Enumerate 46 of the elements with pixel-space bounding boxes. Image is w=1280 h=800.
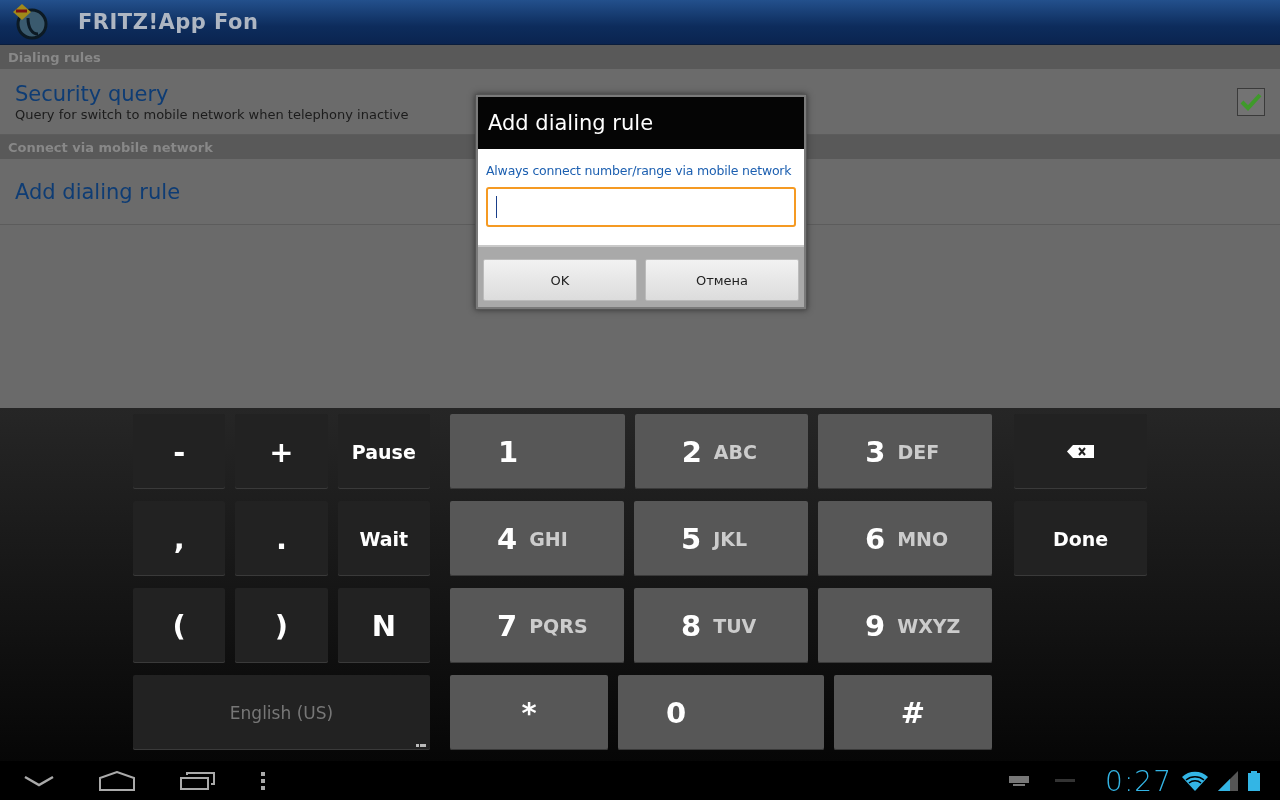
more-dots-icon <box>416 744 426 747</box>
keypad-key[interactable]: + <box>235 414 328 489</box>
text-cursor <box>496 196 497 218</box>
dialog-button[interactable]: OK <box>483 259 637 301</box>
keypad-key[interactable]: 7 PQRS <box>450 588 624 663</box>
keypad-key[interactable]: * <box>450 675 608 750</box>
signal-icon <box>1218 771 1238 791</box>
keypad-key[interactable]: - <box>133 414 226 489</box>
field-label: Always connect number/range via mobile network <box>486 163 793 178</box>
menu-icon[interactable] <box>260 772 266 790</box>
number-input-field[interactable] <box>486 187 796 227</box>
backspace-icon <box>1067 445 1094 458</box>
dialog-title: Add dialing rule <box>478 97 804 149</box>
keypad-key[interactable]: ) <box>235 588 328 663</box>
recent-apps-icon[interactable] <box>180 771 216 791</box>
keypad-key[interactable]: Wait <box>337 501 430 576</box>
wifi-icon <box>1182 771 1208 791</box>
keypad-key[interactable]: 9 WXYZ <box>818 588 992 663</box>
checkbox[interactable] <box>1237 87 1265 116</box>
keypad-key[interactable]: 3 DEF <box>818 414 992 489</box>
dialog-button[interactable]: Отмена <box>645 259 799 301</box>
preference-title: Add dialing rule <box>15 178 182 205</box>
keypad-key[interactable]: Pause <box>337 414 430 489</box>
dash-icon <box>1055 779 1076 783</box>
battery-icon <box>1248 771 1260 791</box>
keypad-key[interactable]: 6 MNO <box>818 501 992 576</box>
keypad-key[interactable]: N <box>337 588 430 663</box>
space-key[interactable]: English (US) <box>133 675 430 750</box>
keypad-key[interactable]: 1 <box>450 414 625 489</box>
keypad-key[interactable]: . <box>235 501 328 576</box>
clock-time: 0:27 <box>1105 764 1172 798</box>
keypad-key[interactable]: 8 TUV <box>634 588 808 663</box>
keypad-key[interactable]: # <box>834 675 992 750</box>
checkmark-icon <box>1240 91 1262 112</box>
keypad-key[interactable]: 0 <box>618 675 824 750</box>
keypad-key[interactable]: 2 ABC <box>634 414 809 489</box>
preference-title: Security query <box>15 81 170 107</box>
keypad-key[interactable]: , <box>133 501 226 576</box>
app-title: FRITZ!App Fon <box>78 10 259 34</box>
keypad-key[interactable]: ( <box>133 588 226 663</box>
home-icon[interactable] <box>98 771 136 791</box>
keypad-key[interactable]: Done <box>1014 501 1147 576</box>
keypad-key[interactable]: 5 JKL <box>634 501 808 576</box>
keypad-key[interactable]: 4 GHI <box>450 501 624 576</box>
keyboard-icon <box>1009 776 1030 786</box>
back-icon[interactable] <box>24 775 54 787</box>
